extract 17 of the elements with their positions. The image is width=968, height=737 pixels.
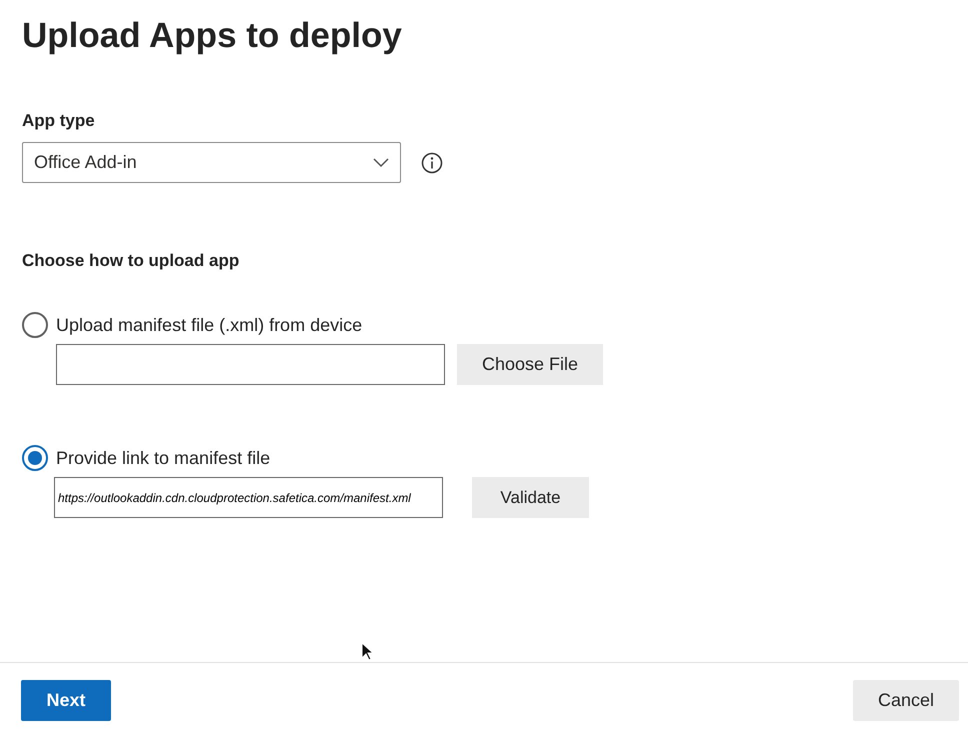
app-type-dropdown[interactable]: Office Add-in [22,142,401,183]
manifest-url-field[interactable]: https://outlookaddin.cdn.cloudprotection.safetica.com/manifest.xml [54,477,443,518]
mouse-cursor-icon [361,642,373,661]
choose-file-button[interactable]: Choose File [457,344,603,385]
chevron-down-icon [373,158,389,168]
radio-button[interactable] [22,445,48,471]
radio-button[interactable] [22,312,48,338]
info-icon[interactable] [421,152,443,174]
section-heading: Choose how to upload app [22,250,240,272]
validate-button[interactable]: Validate [472,477,589,518]
next-button[interactable]: Next [21,680,111,720]
app-type-label: App type [22,110,95,132]
cancel-button[interactable]: Cancel [853,680,959,720]
page-title: Upload Apps to deploy [22,15,402,57]
option-label: Provide link to manifest file [56,447,270,470]
option-label: Upload manifest file (.xml) from device [56,314,362,337]
file-path-field[interactable] [56,344,445,385]
